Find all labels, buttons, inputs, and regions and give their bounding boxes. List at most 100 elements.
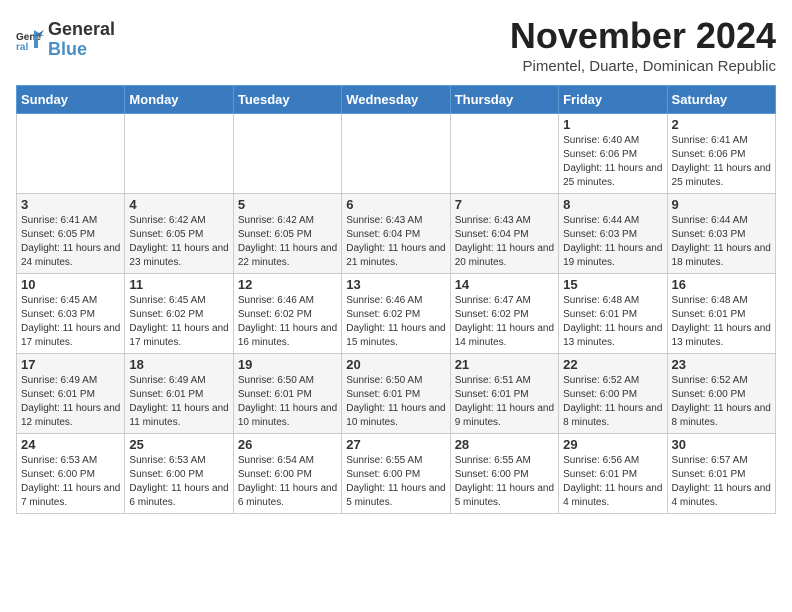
calendar-header: SundayMondayTuesdayWednesdayThursdayFrid… <box>17 85 776 113</box>
calendar-table: SundayMondayTuesdayWednesdayThursdayFrid… <box>16 85 776 514</box>
day-info: Sunrise: 6:40 AMSunset: 6:06 PMDaylight:… <box>563 134 662 190</box>
day-info: Sunrise: 6:50 AMSunset: 6:01 PMDaylight:… <box>238 374 337 430</box>
day-info: Sunrise: 6:48 AMSunset: 6:01 PMDaylight:… <box>672 294 771 350</box>
calendar-cell: 26 Sunrise: 6:54 AMSunset: 6:00 PMDayligh… <box>233 433 341 513</box>
calendar-body: 1 Sunrise: 6:40 AMSunset: 6:06 PMDaylight… <box>17 113 776 513</box>
day-number: 27 <box>346 437 445 452</box>
calendar-cell: 19 Sunrise: 6:50 AMSunset: 6:01 PMDayligh… <box>233 353 341 433</box>
day-number: 29 <box>563 437 662 452</box>
day-number: 4 <box>129 197 228 212</box>
day-number: 24 <box>21 437 120 452</box>
day-number: 28 <box>455 437 554 452</box>
title-area: November 2024 Pimentel, Duarte, Dominica… <box>510 16 776 75</box>
header-friday: Friday <box>559 85 667 113</box>
subtitle: Pimentel, Duarte, Dominican Republic <box>510 58 776 75</box>
day-info: Sunrise: 6:46 AMSunset: 6:02 PMDaylight:… <box>346 294 445 350</box>
day-number: 19 <box>238 357 337 372</box>
calendar-cell: 12Sunrise: 6:46 AMSunset: 6:02 PMDayligh… <box>233 273 341 353</box>
day-info: Sunrise: 6:45 AMSunset: 6:03 PMDaylight:… <box>21 294 120 350</box>
day-info: Sunrise: 6:42 AMSunset: 6:05 PMDaylight:… <box>129 214 228 270</box>
calendar-cell: 21 Sunrise: 6:51 AMSunset: 6:01 PMDayligh… <box>450 353 558 433</box>
day-number: 17 <box>21 357 120 372</box>
calendar-cell: 20 Sunrise: 6:50 AMSunset: 6:01 PMDayligh… <box>342 353 450 433</box>
header-sunday: Sunday <box>17 85 125 113</box>
day-info: Sunrise: 6:53 AMSunset: 6:00 PMDaylight:… <box>21 454 120 510</box>
day-number: 13 <box>346 277 445 292</box>
calendar-cell: 22 Sunrise: 6:52 AMSunset: 6:00 PMDayligh… <box>559 353 667 433</box>
calendar-cell: 25Sunrise: 6:53 AMSunset: 6:00 PMDayligh… <box>125 433 233 513</box>
calendar-cell: 5 Sunrise: 6:42 AMSunset: 6:05 PMDaylight… <box>233 193 341 273</box>
day-info: Sunrise: 6:44 AMSunset: 6:03 PMDaylight:… <box>672 214 771 270</box>
day-info: Sunrise: 6:43 AMSunset: 6:04 PMDaylight:… <box>346 214 445 270</box>
logo-general: General <box>48 19 115 39</box>
day-number: 9 <box>672 197 771 212</box>
header-saturday: Saturday <box>667 85 775 113</box>
day-number: 30 <box>672 437 771 452</box>
day-info: Sunrise: 6:44 AMSunset: 6:03 PMDaylight:… <box>563 214 662 270</box>
day-number: 21 <box>455 357 554 372</box>
day-info: Sunrise: 6:50 AMSunset: 6:01 PMDaylight:… <box>346 374 445 430</box>
week-row-1: 3 Sunrise: 6:41 AMSunset: 6:05 PMDaylight… <box>17 193 776 273</box>
calendar-cell: 6 Sunrise: 6:43 AMSunset: 6:04 PMDaylight… <box>342 193 450 273</box>
calendar-cell: 24 Sunrise: 6:53 AMSunset: 6:00 PMDayligh… <box>17 433 125 513</box>
calendar-cell: 23 Sunrise: 6:52 AMSunset: 6:00 PMDayligh… <box>667 353 775 433</box>
day-info: Sunrise: 6:41 AMSunset: 6:05 PMDaylight:… <box>21 214 120 270</box>
calendar-cell: 3 Sunrise: 6:41 AMSunset: 6:05 PMDaylight… <box>17 193 125 273</box>
day-info: Sunrise: 6:52 AMSunset: 6:00 PMDaylight:… <box>672 374 771 430</box>
header-monday: Monday <box>125 85 233 113</box>
day-number: 3 <box>21 197 120 212</box>
day-info: Sunrise: 6:53 AMSunset: 6:00 PMDaylight:… <box>129 454 228 510</box>
day-info: Sunrise: 6:43 AMSunset: 6:04 PMDaylight:… <box>455 214 554 270</box>
day-info: Sunrise: 6:42 AMSunset: 6:05 PMDaylight:… <box>238 214 337 270</box>
calendar-cell: 14 Sunrise: 6:47 AMSunset: 6:02 PMDayligh… <box>450 273 558 353</box>
day-info: Sunrise: 6:47 AMSunset: 6:02 PMDaylight:… <box>455 294 554 350</box>
day-number: 18 <box>129 357 228 372</box>
day-number: 5 <box>238 197 337 212</box>
calendar-cell: 9 Sunrise: 6:44 AMSunset: 6:03 PMDaylight… <box>667 193 775 273</box>
calendar-cell: 11 Sunrise: 6:45 AMSunset: 6:02 PMDayligh… <box>125 273 233 353</box>
week-row-4: 24 Sunrise: 6:53 AMSunset: 6:00 PMDayligh… <box>17 433 776 513</box>
calendar-cell: 16 Sunrise: 6:48 AMSunset: 6:01 PMDayligh… <box>667 273 775 353</box>
day-info: Sunrise: 6:54 AMSunset: 6:00 PMDaylight:… <box>238 454 337 510</box>
day-number: 22 <box>563 357 662 372</box>
day-info: Sunrise: 6:57 AMSunset: 6:01 PMDaylight:… <box>672 454 771 510</box>
week-row-2: 10 Sunrise: 6:45 AMSunset: 6:03 PMDayligh… <box>17 273 776 353</box>
calendar-cell: 29Sunrise: 6:56 AMSunset: 6:01 PMDayligh… <box>559 433 667 513</box>
day-number: 14 <box>455 277 554 292</box>
day-info: Sunrise: 6:49 AMSunset: 6:01 PMDaylight:… <box>129 374 228 430</box>
day-number: 10 <box>21 277 120 292</box>
day-number: 6 <box>346 197 445 212</box>
day-number: 11 <box>129 277 228 292</box>
calendar-cell: 8 Sunrise: 6:44 AMSunset: 6:03 PMDaylight… <box>559 193 667 273</box>
day-number: 16 <box>672 277 771 292</box>
calendar-cell <box>17 113 125 193</box>
calendar-cell: 4 Sunrise: 6:42 AMSunset: 6:05 PMDaylight… <box>125 193 233 273</box>
day-number: 8 <box>563 197 662 212</box>
header-tuesday: Tuesday <box>233 85 341 113</box>
calendar-cell: 2Sunrise: 6:41 AMSunset: 6:06 PMDaylight… <box>667 113 775 193</box>
day-info: Sunrise: 6:45 AMSunset: 6:02 PMDaylight:… <box>129 294 228 350</box>
calendar-cell: 28Sunrise: 6:55 AMSunset: 6:00 PMDayligh… <box>450 433 558 513</box>
day-info: Sunrise: 6:51 AMSunset: 6:01 PMDaylight:… <box>455 374 554 430</box>
day-number: 20 <box>346 357 445 372</box>
day-info: Sunrise: 6:48 AMSunset: 6:01 PMDaylight:… <box>563 294 662 350</box>
header: Gene ral General Blue November 2024 Pime… <box>16 16 776 75</box>
logo: Gene ral General Blue <box>16 20 115 60</box>
day-info: Sunrise: 6:52 AMSunset: 6:00 PMDaylight:… <box>563 374 662 430</box>
day-info: Sunrise: 6:41 AMSunset: 6:06 PMDaylight:… <box>672 134 771 190</box>
day-number: 1 <box>563 117 662 132</box>
day-number: 15 <box>563 277 662 292</box>
day-number: 23 <box>672 357 771 372</box>
calendar-cell: 13 Sunrise: 6:46 AMSunset: 6:02 PMDayligh… <box>342 273 450 353</box>
day-info: Sunrise: 6:55 AMSunset: 6:00 PMDaylight:… <box>346 454 445 510</box>
week-row-0: 1 Sunrise: 6:40 AMSunset: 6:06 PMDaylight… <box>17 113 776 193</box>
header-thursday: Thursday <box>450 85 558 113</box>
calendar-cell: 30 Sunrise: 6:57 AMSunset: 6:01 PMDayligh… <box>667 433 775 513</box>
day-number: 7 <box>455 197 554 212</box>
calendar-cell: 15 Sunrise: 6:48 AMSunset: 6:01 PMDayligh… <box>559 273 667 353</box>
calendar-cell: 17Sunrise: 6:49 AMSunset: 6:01 PMDayligh… <box>17 353 125 433</box>
week-row-3: 17 Sunrise: 6:49 AMSunset: 6:01 PMDayligh… <box>17 353 776 433</box>
calendar-cell: 27 Sunrise: 6:55 AMSunset: 6:00 PMDayligh… <box>342 433 450 513</box>
day-number: 26 <box>238 437 337 452</box>
calendar-cell: 18 Sunrise: 6:49 AMSunset: 6:01 PMDayligh… <box>125 353 233 433</box>
